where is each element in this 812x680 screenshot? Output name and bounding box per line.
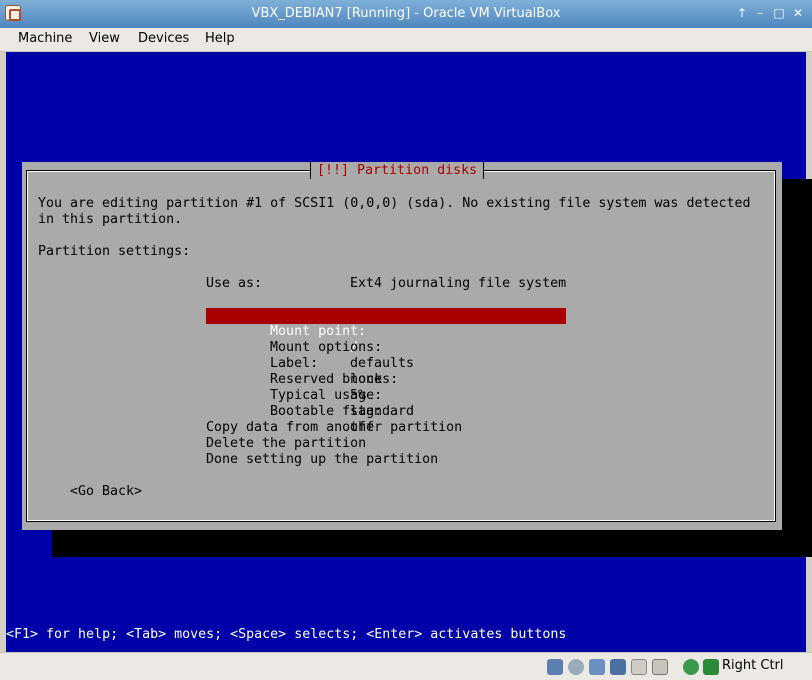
dialog-title: [!!] Partition disks	[310, 162, 485, 179]
menu-devices[interactable]: Devices	[136, 31, 191, 46]
virtualization-icon[interactable]	[683, 659, 699, 675]
option-label: Bootable flag:	[270, 404, 383, 419]
usb-icon[interactable]	[589, 659, 605, 675]
close-button[interactable]: ✕	[790, 5, 806, 21]
hard-disk-icon[interactable]	[547, 659, 563, 675]
vm-screen[interactable]: [!!] Partition disks You are editing par…	[6, 52, 812, 652]
menu-view[interactable]: View	[87, 31, 122, 46]
host-key-label: Right Ctrl	[722, 658, 784, 673]
menu-machine[interactable]: Machine	[16, 31, 74, 46]
maximize-button[interactable]: □	[771, 5, 787, 21]
optical-drive-icon[interactable]	[568, 659, 584, 675]
action-done-setting-up[interactable]: Done setting up the partition	[206, 452, 438, 468]
option-reserved-blocks[interactable]: Reserved blocks: 5%	[206, 356, 566, 403]
menu-help[interactable]: Help	[203, 31, 237, 46]
use-as-label[interactable]: Use as:	[206, 276, 262, 292]
option-mount-options[interactable]: Mount options: defaults	[206, 324, 566, 371]
mouse-integration-icon[interactable]	[703, 659, 719, 675]
option-bootable-flag[interactable]: Bootable flag: off	[206, 388, 566, 435]
display-icon[interactable]	[652, 659, 668, 675]
dialog-body: [!!] Partition disks You are editing par…	[22, 162, 782, 530]
action-delete-partition[interactable]: Delete the partition	[206, 436, 366, 452]
settings-heading: Partition settings:	[38, 244, 191, 259]
intro-line-1: You are editing partition #1 of SCSI1 (0…	[38, 196, 751, 211]
shared-folder-icon[interactable]	[631, 659, 647, 675]
status-bar: Right Ctrl	[0, 652, 812, 680]
action-copy-data[interactable]: Copy data from another partition	[206, 420, 462, 436]
option-mount-point[interactable]: Mount point: /	[206, 308, 566, 355]
intro-line-2: in this partition.	[38, 212, 183, 227]
option-label-field[interactable]: Label: none	[206, 340, 566, 387]
go-back-button[interactable]: <Go Back>	[70, 484, 142, 500]
partition-dialog: [!!] Partition disks You are editing par…	[22, 162, 812, 557]
window-titlebar: VBX_DEBIAN7 [Running] - Oracle VM Virtua…	[0, 0, 812, 28]
always-on-top-icon[interactable]: ↑	[734, 5, 750, 21]
network-icon[interactable]	[610, 659, 626, 675]
use-as-value[interactable]: Ext4 journaling file system	[350, 276, 566, 292]
window-title: VBX_DEBIAN7 [Running] - Oracle VM Virtua…	[251, 6, 561, 21]
menu-bar: Machine View Devices Help	[0, 28, 812, 52]
help-line: <F1> for help; <Tab> moves; <Space> sele…	[6, 627, 806, 643]
option-typical-usage[interactable]: Typical usage: standard	[206, 372, 566, 419]
minimize-button[interactable]: –	[752, 5, 768, 21]
